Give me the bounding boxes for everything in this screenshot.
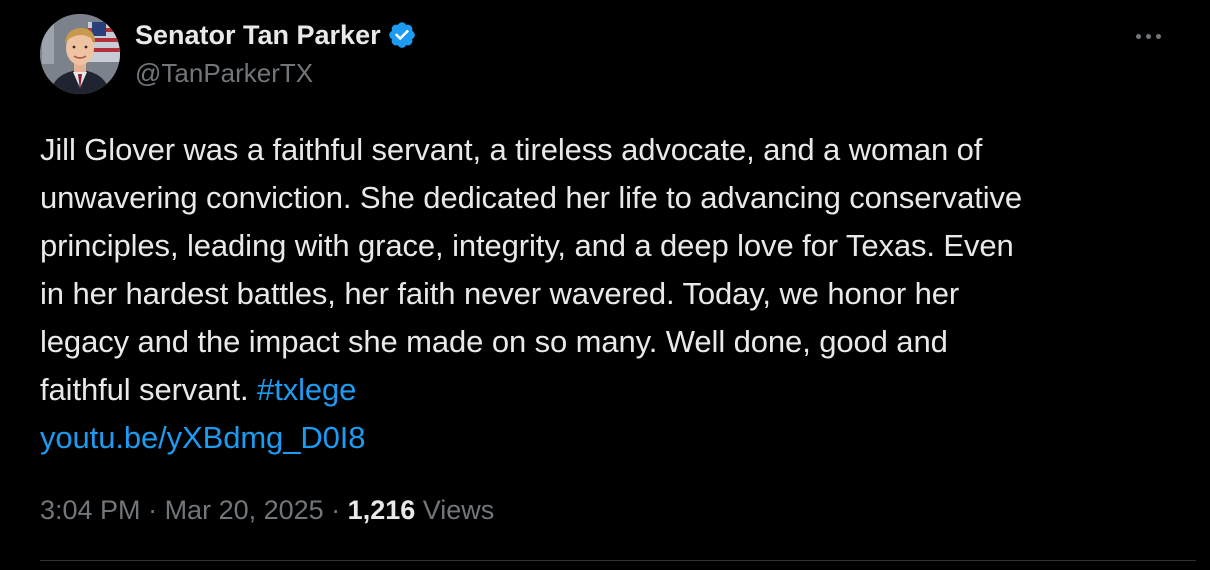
youtube-link[interactable]: youtu.be/yXBdmg_D0I8 (40, 420, 366, 455)
views-count: 1,216 (347, 495, 416, 525)
tweet-text-line: in her hardest battles, her faith never … (40, 276, 960, 311)
link-line: youtu.be/yXBdmg_D0I8 (40, 414, 1170, 462)
tweet-text-line: unwavering conviction. She dedicated her… (40, 180, 1023, 215)
tweet-text-line: Jill Glover was a faithful servant, a ti… (40, 132, 983, 167)
views-label: Views (422, 495, 495, 525)
tweet-text: Jill Glover was a faithful servant, a ti… (40, 126, 1170, 462)
avatar-image (40, 14, 120, 94)
tweet-text-segment: faithful servant. (40, 372, 258, 407)
dot (1135, 33, 1141, 39)
tweet-header: Senator Tan Parker @TanParkerTX (40, 14, 1170, 94)
verified-badge-icon[interactable] (387, 20, 417, 50)
divider (40, 560, 1196, 561)
meta-separator: · (140, 495, 165, 525)
author-handle[interactable]: @TanParkerTX (135, 57, 313, 89)
tweet-time[interactable]: 3:04 PM (40, 495, 141, 525)
tweet-date[interactable]: Mar 20, 2025 (165, 495, 324, 525)
avatar[interactable] (40, 14, 120, 94)
author-display-name[interactable]: Senator Tan Parker (135, 18, 381, 52)
dot (1145, 33, 1151, 39)
tweet-text-line: principles, leading with grace, integrit… (40, 228, 1014, 263)
hashtag-link[interactable]: #txlege (257, 372, 356, 407)
more-horizontal-icon[interactable] (1126, 24, 1170, 48)
dot (1155, 33, 1161, 39)
tweet-text-line: legacy and the impact she made on so man… (40, 324, 948, 359)
tweet-meta: 3:04 PM · Mar 20, 2025 · 1,216 Views (40, 490, 494, 530)
name-row: Senator Tan Parker (135, 18, 417, 52)
meta-separator: · (323, 495, 348, 525)
tweet: Senator Tan Parker @TanParkerTX Jill Glo… (0, 0, 1210, 570)
tweet-text-last-line: faithful servant. #txlege (40, 366, 1170, 414)
